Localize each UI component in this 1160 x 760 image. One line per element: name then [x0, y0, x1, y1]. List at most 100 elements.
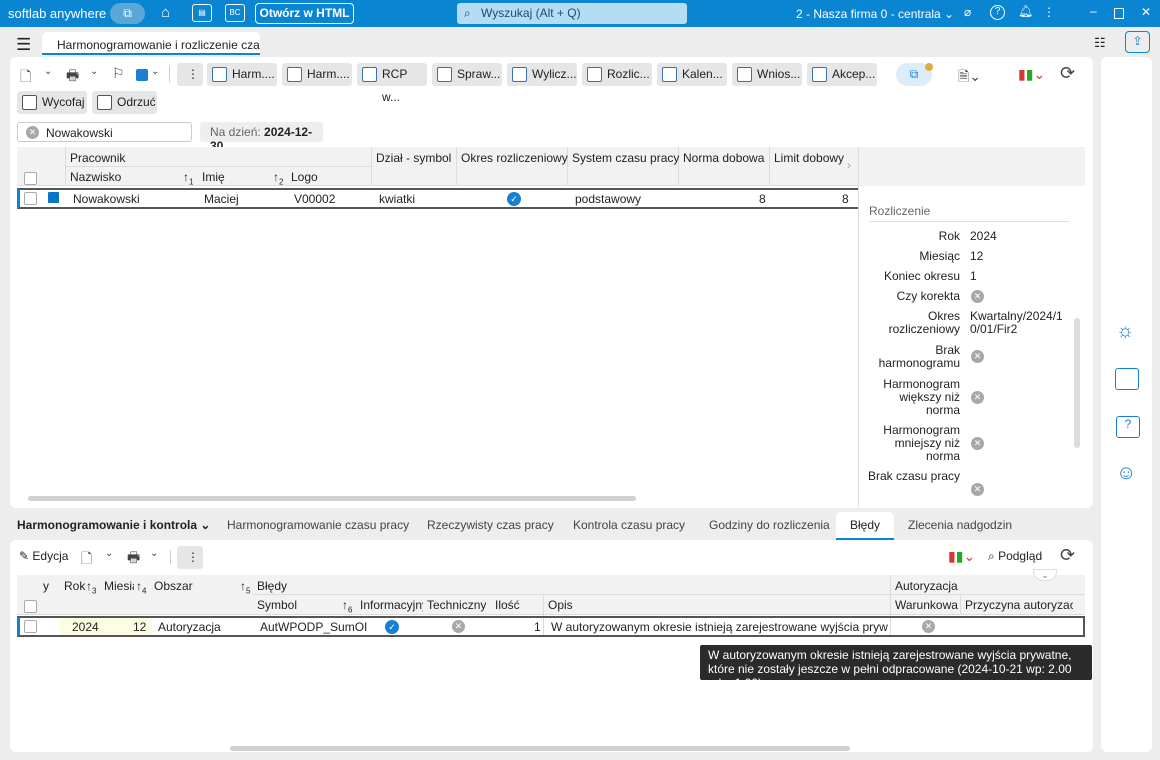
sort-icon[interactable]: ↑3 — [86, 579, 96, 595]
reject-icon — [97, 95, 112, 110]
flag-icon[interactable]: ⚐ — [112, 65, 125, 82]
header-dept[interactable]: Dział - symbol — [376, 151, 451, 165]
chat-icon[interactable] — [1115, 368, 1139, 390]
sort-icon[interactable]: ↑6 — [342, 598, 352, 614]
more-actions-button[interactable]: ⋮ — [177, 63, 203, 86]
workspace-icon[interactable]: ⧉ — [110, 3, 145, 24]
bell-icon[interactable]: 🔔︎ — [1018, 4, 1033, 18]
toolbar-button-1[interactable]: Harm.... — [282, 63, 352, 86]
sort-icon[interactable]: ↑1 — [183, 170, 193, 186]
preview-button[interactable]: ⌕ Podgląd — [988, 549, 1042, 564]
withdraw-button[interactable]: Wycofaj — [17, 91, 87, 114]
horizontal-scrollbar[interactable] — [230, 746, 850, 751]
row-checkbox[interactable] — [24, 620, 37, 633]
header-reason[interactable]: Przyczyna autoryzacji — [965, 598, 1073, 612]
toolbar-button-4[interactable]: Wylicz... — [507, 63, 577, 86]
header-year[interactable]: Rok — [64, 579, 85, 593]
header-symbol[interactable]: Symbol — [257, 598, 297, 612]
tab-4[interactable]: Błędy — [836, 512, 895, 540]
row-checkbox[interactable] — [24, 192, 37, 205]
header-limit[interactable]: Limit dobowy — [774, 151, 844, 165]
sort-icon[interactable]: ↑4 — [136, 579, 146, 595]
toolbar-button-8[interactable]: Akcep... — [807, 63, 877, 86]
sort-icon[interactable]: ↑2 — [273, 170, 283, 186]
support-icon[interactable]: ☺ — [1116, 462, 1136, 485]
header-norm[interactable]: Norma dobowa — [683, 151, 764, 165]
search-input[interactable]: ⌕ Wyszukaj (Alt + Q) — [457, 3, 687, 24]
header-info[interactable]: Informacyjny — [360, 598, 423, 612]
toolbar-button-7[interactable]: Wnios... — [732, 63, 802, 86]
header-surname[interactable]: Nazwisko — [70, 170, 121, 184]
close-icon[interactable]: ✕ — [1141, 5, 1151, 19]
chart-icon[interactable]: ▮▮⌄ — [948, 548, 975, 565]
open-html-button[interactable]: Otwórz w HTML — [255, 3, 354, 24]
info-document-icon[interactable]: 🗋 — [81, 548, 92, 572]
share-icon[interactable]: ⇪ — [1125, 31, 1150, 53]
color-marker-icon[interactable] — [136, 69, 148, 81]
module-dropdown[interactable]: Harmonogramowanie i kontrola ⌄ — [17, 518, 210, 532]
header-system[interactable]: System czasu pracy — [572, 151, 679, 165]
chevron-down-icon[interactable]: ⌄ — [105, 548, 113, 559]
chevron-down-icon[interactable]: ⌄ — [44, 66, 52, 77]
header-first-name[interactable]: Imię — [202, 170, 225, 184]
toolbar-button-6[interactable]: Kalen... — [657, 63, 727, 86]
menu-icon[interactable]: ☰ — [16, 35, 31, 55]
scroll-right-icon[interactable]: › — [847, 158, 851, 172]
select-all-checkbox[interactable] — [24, 172, 37, 185]
reject-button[interactable]: Odrzuć — [92, 91, 157, 114]
chart-icon[interactable]: ▮▮⌄ — [1018, 66, 1045, 83]
header-desc[interactable]: Opis — [548, 598, 573, 612]
toolbar-button-0[interactable]: Harm.... — [207, 63, 277, 86]
more-actions-button[interactable]: ⋮ — [177, 546, 203, 569]
help-icon[interactable]: ? — [990, 5, 1005, 20]
header-y[interactable]: y — [43, 579, 49, 593]
bc-icon[interactable]: BC — [225, 4, 245, 22]
horizontal-scrollbar[interactable] — [28, 496, 636, 501]
header-tech[interactable]: Techniczny — [427, 598, 486, 612]
mute-icon[interactable]: ⌀ — [964, 5, 971, 19]
filter-input[interactable]: ✕ Nowakowski — [17, 122, 192, 142]
header-period[interactable]: Okres rozliczeniowy — [461, 151, 568, 165]
date-badge[interactable]: Na dzień: 2024-12-30 — [200, 122, 323, 153]
select-all-checkbox[interactable] — [24, 600, 37, 613]
edit-button[interactable]: ✎ Edycja — [19, 549, 68, 563]
tab-3[interactable]: Godziny do rozliczenia — [709, 518, 830, 532]
chevron-down-icon[interactable]: ⌄ — [151, 66, 159, 77]
lightbulb-icon[interactable]: ☼ — [1116, 320, 1134, 343]
tab-5[interactable]: Zlecenia nadgodzin — [908, 518, 1012, 532]
details-scrollbar[interactable] — [1074, 318, 1080, 448]
document-tab[interactable]: Harmonogramowanie i rozliczenie czas — [42, 32, 260, 55]
toolbar-button-2[interactable]: RCP w... — [357, 63, 427, 104]
header-logo[interactable]: Logo — [291, 170, 318, 184]
print-icon[interactable]: 🖶 — [127, 547, 140, 571]
refresh-icon[interactable]: ⟳ — [1060, 63, 1075, 84]
header-month[interactable]: Miesiąc — [104, 579, 134, 593]
sort-icon[interactable]: ↑5 — [240, 579, 250, 595]
toolbar-button-3[interactable]: Spraw... — [432, 63, 502, 86]
header-conditional[interactable]: Warunkowa — [895, 598, 958, 612]
report-icon[interactable]: 🗎⌄ — [958, 66, 981, 90]
print-icon[interactable]: 🖶 — [66, 65, 79, 89]
home-icon[interactable]: ⌂ — [161, 4, 170, 21]
clear-filter-icon[interactable]: ✕ — [26, 126, 39, 139]
chevron-down-icon[interactable]: ⌄ — [90, 66, 98, 77]
tab-0[interactable]: Harmonogramowanie czasu pracy — [227, 518, 409, 532]
news-icon[interactable]: ▤ — [192, 4, 212, 22]
tab-1[interactable]: Rzeczywisty czas pracy — [427, 518, 554, 532]
detail-row: Brak czasu pracy ✕ — [864, 470, 1074, 500]
table-row[interactable] — [17, 188, 858, 209]
maximize-icon[interactable] — [1114, 8, 1124, 19]
minimize-icon[interactable]: – — [1090, 4, 1097, 18]
tab-2[interactable]: Kontrola czasu pracy — [573, 518, 685, 532]
info-document-icon[interactable]: 🗋 — [20, 66, 31, 90]
more-icon[interactable]: ⋮ — [1043, 5, 1055, 19]
tree-view-icon[interactable]: ☷ — [1094, 35, 1106, 51]
help-chat-icon[interactable]: ? — [1116, 416, 1140, 438]
header-area[interactable]: Obszar — [154, 579, 193, 593]
filter-value: Nowakowski — [46, 126, 113, 140]
toolbar-button-5[interactable]: Rozlic... — [582, 63, 652, 86]
refresh-icon[interactable]: ⟳ — [1060, 545, 1075, 566]
chevron-down-icon[interactable]: ⌄ — [150, 548, 158, 559]
company-selector[interactable]: 2 - Nasza firma 0 - centrala ⌄ — [796, 7, 954, 21]
header-qty[interactable]: Ilość — [495, 598, 520, 612]
